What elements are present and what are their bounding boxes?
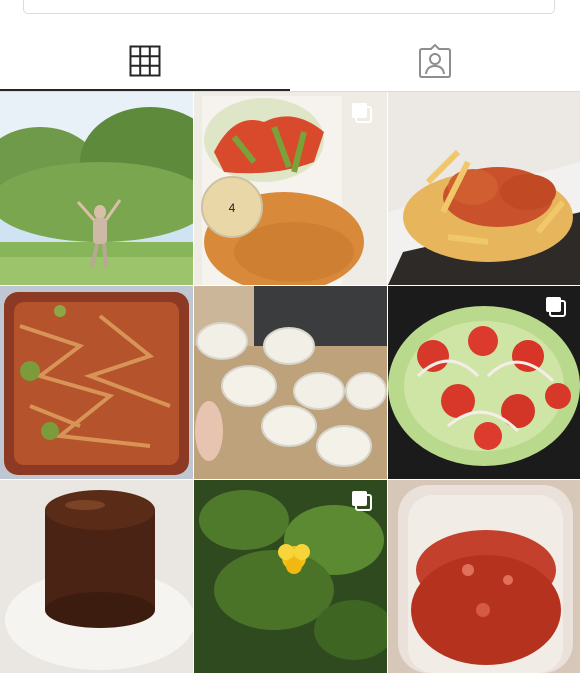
- post-thumbnail[interactable]: [0, 480, 193, 673]
- multiple-photos-icon: [352, 491, 372, 511]
- post-thumbnail[interactable]: [388, 92, 580, 285]
- tab-posts-grid[interactable]: [0, 30, 290, 91]
- post-thumbnail[interactable]: [0, 92, 193, 285]
- post-image-chicken-wings-fries: [388, 92, 580, 285]
- post-thumbnail[interactable]: [194, 286, 387, 479]
- edit-profile-button[interactable]: Edit Profile: [23, 0, 555, 14]
- selected-tab-indicator: [0, 89, 290, 91]
- post-image-chocolate-cake: [0, 480, 193, 673]
- tab-tagged[interactable]: [290, 30, 580, 91]
- multiple-photos-icon: [352, 103, 372, 123]
- post-image-strawberry-jar: [388, 480, 580, 673]
- post-thumbnail[interactable]: [388, 286, 580, 479]
- svg-text:4: 4: [229, 201, 236, 215]
- posts-grid: 4: [0, 92, 580, 673]
- post-image-shredded-meat-tray: [0, 286, 193, 479]
- post-thumbnail[interactable]: [388, 480, 580, 673]
- profile-tab-bar: [0, 30, 580, 92]
- tagged-person-icon: [419, 43, 451, 78]
- post-thumbnail[interactable]: [0, 286, 193, 479]
- multiple-photos-icon: [546, 297, 566, 317]
- post-image-person-in-field: [0, 92, 193, 285]
- post-image-potato-salad-cups: [194, 286, 387, 479]
- post-thumbnail[interactable]: 4: [194, 92, 387, 285]
- grid-icon: [129, 45, 161, 76]
- post-thumbnail[interactable]: [194, 480, 387, 673]
